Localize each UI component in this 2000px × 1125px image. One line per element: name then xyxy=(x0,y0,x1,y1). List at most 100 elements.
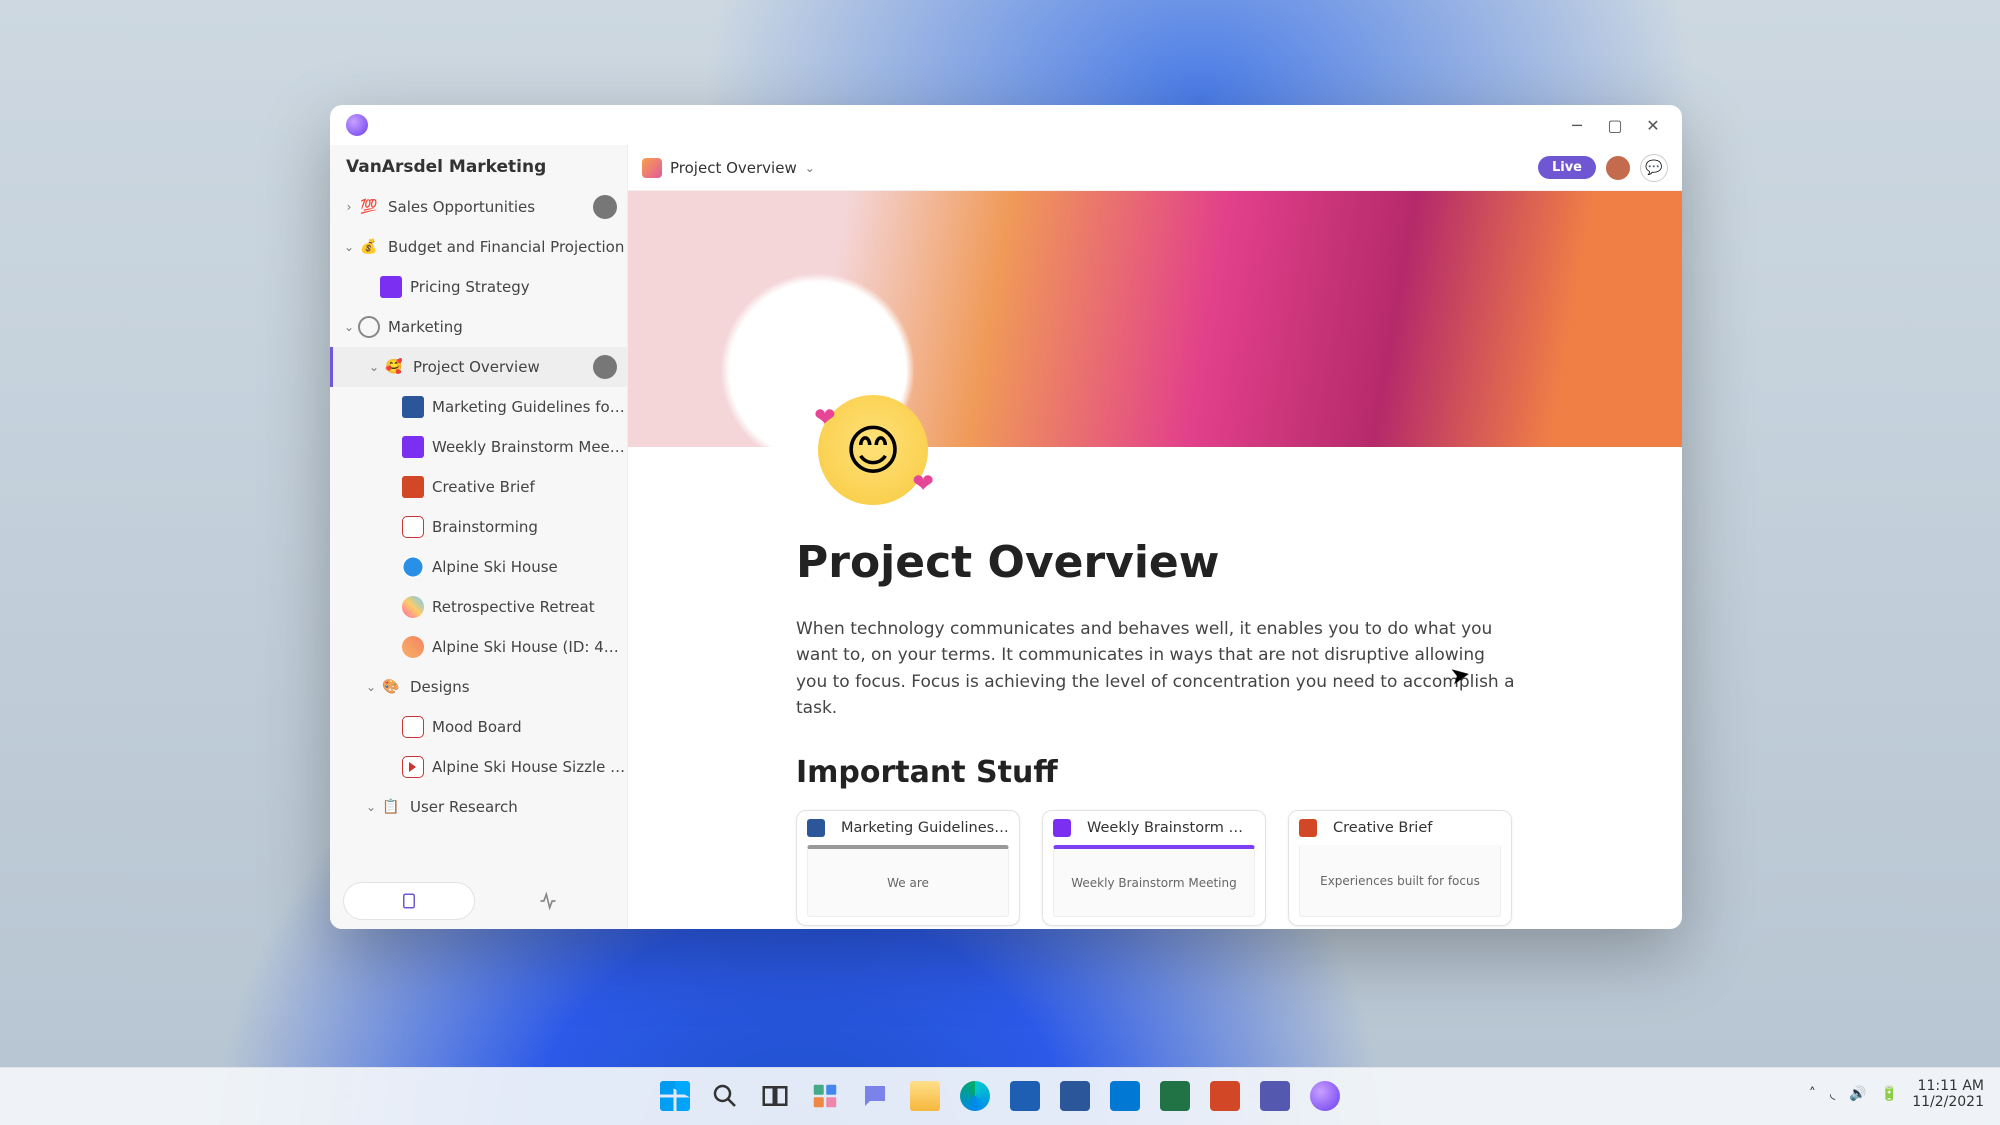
clock-time: 11:11 AM xyxy=(1912,1078,1984,1094)
item-icon xyxy=(402,636,424,658)
item-icon: 💰 xyxy=(358,236,380,258)
chat-button[interactable] xyxy=(854,1075,896,1117)
page-canvas[interactable]: 😊 Project Overview When technology commu… xyxy=(628,191,1682,929)
chevron-down-icon[interactable]: ⌄ xyxy=(340,320,358,334)
page-body[interactable]: When technology communicates and behaves… xyxy=(796,616,1516,721)
pages-tab-button[interactable] xyxy=(344,883,474,919)
app-logo-icon xyxy=(346,114,368,136)
item-icon xyxy=(402,476,424,498)
sidebar-item[interactable]: Marketing Guidelines for V… xyxy=(330,387,627,427)
content-card[interactable]: Creative Brief Experiences built for focu… xyxy=(1288,810,1512,926)
item-icon xyxy=(402,756,424,778)
word-button[interactable] xyxy=(1054,1075,1096,1117)
card-preview: Experiences built for focus xyxy=(1299,845,1501,917)
item-icon xyxy=(402,396,424,418)
chevron-right-icon[interactable]: › xyxy=(340,200,358,214)
explorer-button[interactable] xyxy=(904,1075,946,1117)
card-title: Weekly Brainstorm Me… xyxy=(1087,820,1255,836)
sidebar-item[interactable]: Alpine Ski House Sizzle Re… xyxy=(330,747,627,787)
card-title: Creative Brief xyxy=(1333,820,1501,836)
sidebar-item[interactable]: Retrospective Retreat xyxy=(330,587,627,627)
item-icon: 🎨 xyxy=(380,676,402,698)
chevron-down-icon[interactable]: ⌄ xyxy=(365,360,383,374)
battery-icon[interactable]: 🔋 xyxy=(1881,1086,1898,1102)
clock-date: 11/2/2021 xyxy=(1912,1094,1984,1110)
widgets-button[interactable] xyxy=(804,1075,846,1117)
live-badge[interactable]: Live xyxy=(1538,156,1596,179)
item-icon xyxy=(380,276,402,298)
sidebar-item[interactable]: ⌄📋User Research xyxy=(330,787,627,827)
card-icon xyxy=(1053,819,1071,837)
task-view-button[interactable] xyxy=(754,1075,796,1117)
breadcrumb[interactable]: Project Overview xyxy=(670,159,797,177)
item-icon: 🥰 xyxy=(383,356,405,378)
item-label: Alpine Ski House Sizzle Re… xyxy=(432,758,627,776)
content-pane: Project Overview ⌄ Live 💬 😊 Project Over… xyxy=(628,145,1682,929)
comments-button[interactable]: 💬 xyxy=(1640,154,1668,182)
card-icon xyxy=(1299,819,1317,837)
chevron-down-icon[interactable]: ⌄ xyxy=(362,800,380,814)
maximize-button[interactable]: ▢ xyxy=(1596,106,1634,144)
chevron-down-icon[interactable]: ⌄ xyxy=(362,680,380,694)
edge-button[interactable] xyxy=(954,1075,996,1117)
clock[interactable]: 11:11 AM 11/2/2021 xyxy=(1912,1078,1984,1110)
card-preview: Weekly Brainstorm Meeting xyxy=(1053,845,1255,917)
sidebar-item[interactable]: Alpine Ski House xyxy=(330,547,627,587)
sidebar-footer xyxy=(330,873,627,929)
outlook-button[interactable] xyxy=(1104,1075,1146,1117)
item-icon xyxy=(402,716,424,738)
sidebar-item[interactable]: ⌄🥰 Project Overview xyxy=(330,347,627,387)
card-title: Marketing Guidelines f… xyxy=(841,820,1009,836)
tray-chevron-icon[interactable]: ˄ xyxy=(1809,1086,1816,1102)
start-button[interactable] xyxy=(654,1075,696,1117)
page-title[interactable]: Project Overview xyxy=(796,537,1622,588)
item-icon: 📋 xyxy=(380,796,402,818)
minimize-button[interactable]: ─ xyxy=(1558,106,1596,144)
taskbar-center xyxy=(654,1075,1346,1117)
activity-tab-button[interactable] xyxy=(484,883,614,919)
item-label: Weekly Brainstorm Meeting xyxy=(432,438,627,456)
wifi-icon[interactable]: ◟ xyxy=(1830,1086,1835,1102)
sidebar-item[interactable]: ›💯Sales Opportunities xyxy=(330,187,627,227)
loop-button[interactable] xyxy=(1304,1075,1346,1117)
sidebar-item[interactable]: Weekly Brainstorm Meeting xyxy=(330,427,627,467)
sidebar-item[interactable]: Alpine Ski House (ID: 487… xyxy=(330,627,627,667)
sidebar-item[interactable]: ⌄💰 Budget and Financial Projection xyxy=(330,227,627,267)
chevron-down-icon[interactable]: ⌄ xyxy=(805,161,815,175)
titlebar: ─ ▢ ✕ xyxy=(330,105,1682,145)
teams-button[interactable] xyxy=(1254,1075,1296,1117)
chevron-down-icon[interactable]: ⌄ xyxy=(340,240,358,254)
content-card[interactable]: Weekly Brainstorm Me… Weekly Brainstorm M… xyxy=(1042,810,1266,926)
card-preview: We are xyxy=(807,845,1009,917)
item-label: Marketing xyxy=(388,318,627,336)
item-label: Marketing Guidelines for V… xyxy=(432,398,627,416)
sidebar-item[interactable]: ⌄🎨Designs xyxy=(330,667,627,707)
item-label: Creative Brief xyxy=(432,478,627,496)
sidebar-item[interactable]: Brainstorming xyxy=(330,507,627,547)
item-label: Budget and Financial Projection xyxy=(388,238,627,256)
presence-avatar[interactable] xyxy=(1604,154,1632,182)
section-heading[interactable]: Important Stuff xyxy=(796,755,1622,790)
presence-avatar xyxy=(593,195,617,219)
item-icon xyxy=(402,436,424,458)
sidebar-item[interactable]: Creative Brief xyxy=(330,467,627,507)
taskbar: ˄ ◟ 🔊 🔋 11:11 AM 11/2/2021 xyxy=(0,1067,2000,1125)
nav-tree: ›💯Sales Opportunities⌄💰Budget and Financ… xyxy=(330,187,627,873)
workspace-title: VanArsdel Marketing xyxy=(330,145,627,187)
close-button[interactable]: ✕ xyxy=(1634,106,1672,144)
sidebar-item[interactable]: Pricing Strategy xyxy=(330,267,627,307)
app-window: ─ ▢ ✕ VanArsdel Marketing ›💯Sales Opport… xyxy=(330,105,1682,929)
content-header: Project Overview ⌄ Live 💬 xyxy=(628,145,1682,191)
sidebar: VanArsdel Marketing ›💯Sales Opportunitie… xyxy=(330,145,628,929)
sidebar-item[interactable]: Mood Board xyxy=(330,707,627,747)
excel-button[interactable] xyxy=(1154,1075,1196,1117)
content-card[interactable]: Marketing Guidelines f… We are xyxy=(796,810,1020,926)
sidebar-item[interactable]: ⌄ Marketing xyxy=(330,307,627,347)
store-button[interactable] xyxy=(1004,1075,1046,1117)
card-row: Marketing Guidelines f… We are Weekly Brai… xyxy=(796,810,1622,926)
item-label: Project Overview xyxy=(413,358,593,376)
system-tray[interactable]: ˄ ◟ 🔊 🔋 11:11 AM 11/2/2021 xyxy=(1809,1078,1984,1110)
search-button[interactable] xyxy=(704,1075,746,1117)
volume-icon[interactable]: 🔊 xyxy=(1849,1086,1866,1102)
powerpoint-button[interactable] xyxy=(1204,1075,1246,1117)
